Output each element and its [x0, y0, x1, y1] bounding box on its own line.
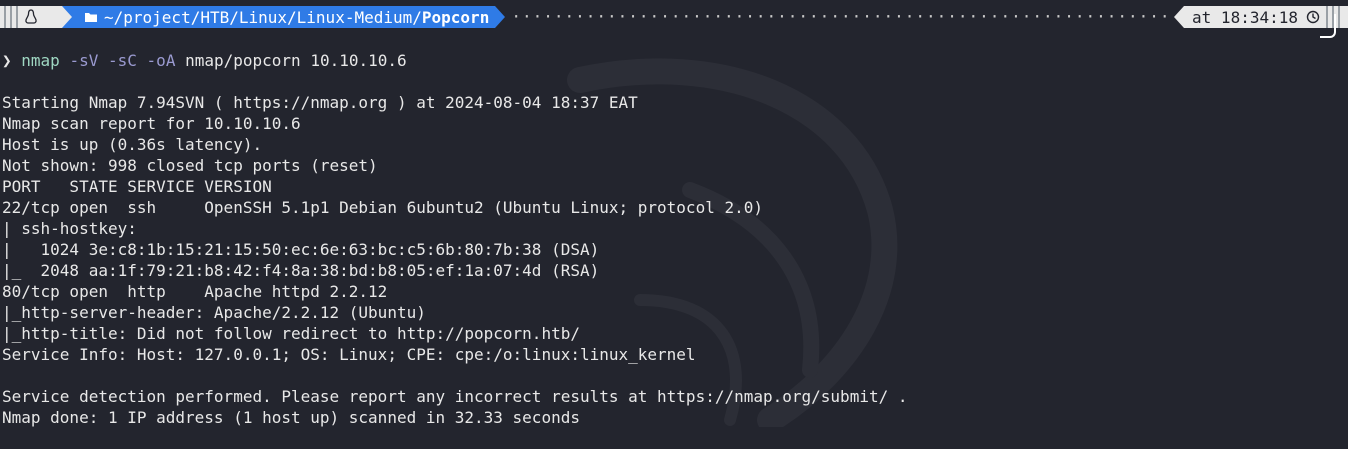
segment-separator-ticks [0, 6, 18, 28]
output-line: | 1024 3e:c8:1b:15:21:15:50:ec:6e:63:bc:… [2, 240, 600, 259]
command-flag: -oA [146, 51, 176, 70]
output-line: PORT STATE SERVICE VERSION [2, 177, 272, 196]
command-line[interactable]: ❯ nmap -sV -sC -oA nmap/popcorn 10.10.10… [2, 50, 907, 71]
output-line: 80/tcp open http Apache httpd 2.2.12 [2, 282, 388, 301]
path-prefix: ~/project/HTB/Linux/Linux-Medium/ [104, 7, 422, 27]
output-line: |_http-title: Did not follow redirect to… [2, 324, 580, 343]
output-line: Host is up (0.36s latency). [2, 135, 263, 154]
output-line: 22/tcp open ssh OpenSSH 5.1p1 Debian 6ub… [2, 198, 763, 217]
path-segment: ~/project/HTB/Linux/Linux-Medium/Popcorn [72, 6, 496, 28]
linux-penguin-icon [25, 9, 37, 24]
prompt-corner-frame [1320, 14, 1336, 38]
path-current-dir: Popcorn [421, 7, 490, 27]
output-line: Service Info: Host: 127.0.0.1; OS: Linux… [2, 345, 696, 364]
time-label: at 18:34:18 [1192, 7, 1298, 27]
command-args: nmap/popcorn 10.10.10.6 [185, 51, 407, 70]
output-line: Service detection performed. Please repo… [2, 387, 908, 406]
prompt-filler-dots: ········································… [511, 7, 1174, 26]
output-line: Nmap scan report for 10.10.10.6 [2, 114, 301, 133]
output-line: | ssh-hostkey: [2, 219, 147, 238]
prompt-bar: ~/project/HTB/Linux/Linux-Medium/Popcorn… [0, 6, 1348, 28]
command-flag: -sV [69, 51, 99, 70]
os-segment [0, 6, 62, 28]
output-line: |_ 2048 aa:1f:79:21:b8:42:f4:8a:38:bd:b8… [2, 261, 600, 280]
time-segment-arrow [1174, 6, 1185, 28]
command-flag: -sC [108, 51, 137, 70]
folder-icon [85, 13, 97, 22]
output-line: Not shown: 998 closed tcp ports (reset) [2, 156, 378, 175]
terminal-output: ❯ nmap -sV -sC -oA nmap/popcorn 10.10.10… [2, 29, 907, 449]
output-line: Starting Nmap 7.94SVN ( https://nmap.org… [2, 93, 638, 112]
output-line: Nmap done: 1 IP address (1 host up) scan… [2, 408, 580, 427]
scan-output-lines: Starting Nmap 7.94SVN ( https://nmap.org… [2, 92, 907, 428]
command-program: nmap [21, 51, 60, 70]
prompt-caret: ❯ [2, 51, 12, 70]
clock-icon [1306, 10, 1320, 24]
output-line: |_http-server-header: Apache/2.2.12 (Ubu… [2, 303, 426, 322]
path-segment-arrow [495, 6, 506, 28]
os-segment-arrow [62, 6, 72, 28]
